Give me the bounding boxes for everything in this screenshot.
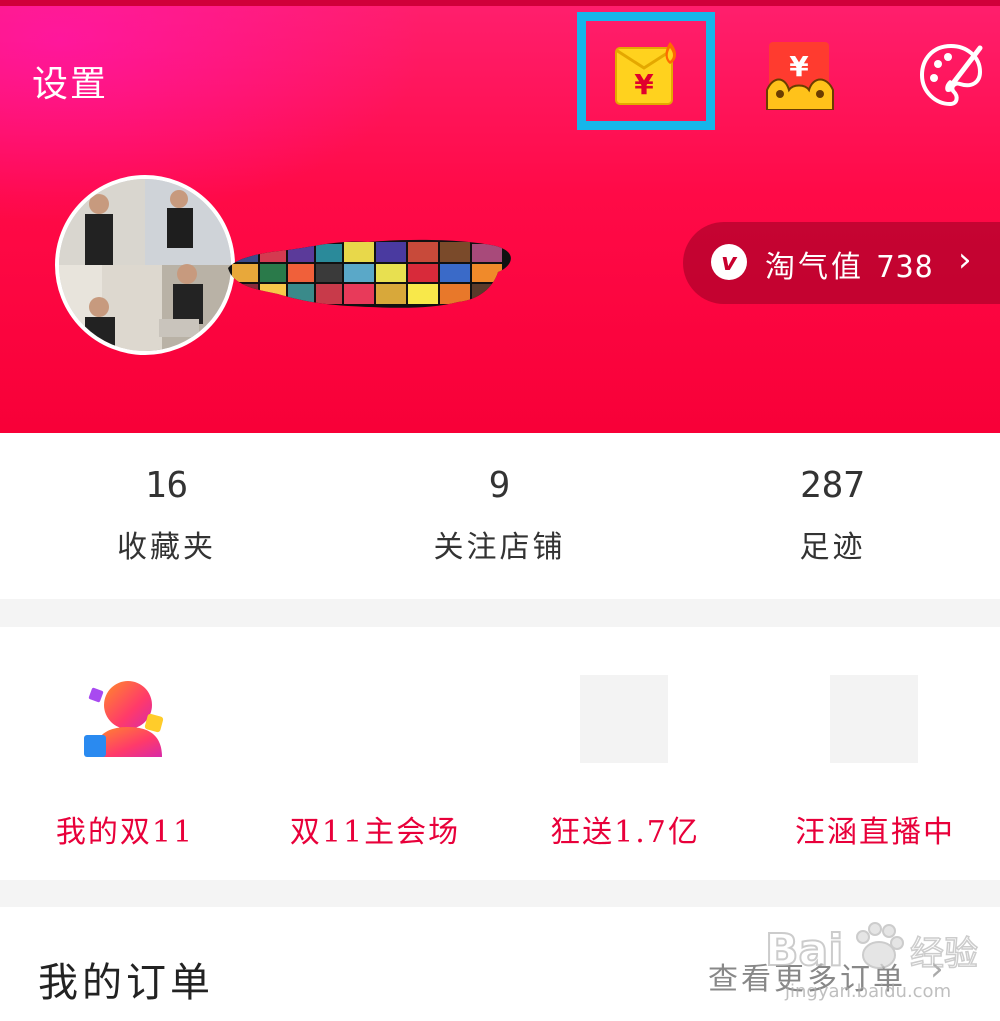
orders-title: 我的订单 (38, 960, 214, 1006)
stat-label: 收藏夹 (117, 530, 216, 565)
chevron-right-icon: › (958, 240, 972, 280)
promo-row: 我的双11 双11主会场 狂送1.7亿 汪涵直播中 (0, 627, 1000, 880)
taoqi-label: 淘气值 738 (765, 250, 934, 285)
promo-giveaway[interactable]: 狂送1.7亿 (500, 627, 750, 880)
svg-text:jingyan.baidu.com: jingyan.baidu.com (784, 981, 951, 1002)
stat-label: 关注店铺 (433, 530, 566, 565)
username-redacted (228, 238, 513, 310)
stat-favorites[interactable]: 16 收藏夹 (0, 433, 333, 566)
promo-live-stream[interactable]: 汪涵直播中 (750, 627, 1000, 880)
promo-main-venue[interactable]: 双11主会场 (250, 627, 500, 880)
stat-footprints[interactable]: 287 足迹 (666, 433, 999, 566)
settings-button[interactable]: 设置 (32, 55, 108, 107)
palette-icon[interactable] (918, 42, 984, 108)
promo-label: 双11主会场 (289, 815, 461, 850)
taoqi-value-button[interactable]: v 淘气值 738 › (683, 222, 1000, 304)
avatar[interactable] (55, 175, 235, 355)
image-placeholder (580, 675, 668, 763)
status-strip (0, 0, 1000, 6)
promo-my-double11[interactable]: 我的双11 (0, 627, 250, 880)
svg-text:¥: ¥ (634, 68, 654, 101)
money-bag-icon[interactable]: ¥ (765, 40, 835, 111)
promo-label: 汪涵直播中 (795, 815, 955, 850)
stat-label: 足迹 (799, 530, 866, 565)
red-packet-icon[interactable]: ¥ (612, 40, 680, 108)
svg-text:Bai: Bai (765, 925, 843, 976)
stat-followed-shops[interactable]: 9 关注店铺 (333, 433, 666, 566)
stat-value: 9 (488, 465, 511, 506)
image-placeholder (830, 675, 918, 763)
stat-value: 16 (144, 465, 189, 506)
stats-row: 16 收藏夹 9 关注店铺 287 足迹 (0, 433, 1000, 599)
person-gift-icon (80, 675, 168, 763)
taoqi-value: 738 (876, 250, 934, 285)
baidu-watermark: Bai 经验 jingyan.baidu.com (764, 905, 995, 1010)
stat-value: 287 (799, 465, 866, 506)
promo-label: 狂送1.7亿 (550, 815, 700, 850)
profile-header: 设置 ¥ ¥ v 淘气值 738 › (0, 0, 1000, 433)
svg-text:经验: 经验 (910, 934, 978, 974)
promo-label: 我的双11 (55, 815, 195, 850)
v-badge-icon: v (711, 244, 747, 280)
svg-text:¥: ¥ (789, 50, 809, 83)
